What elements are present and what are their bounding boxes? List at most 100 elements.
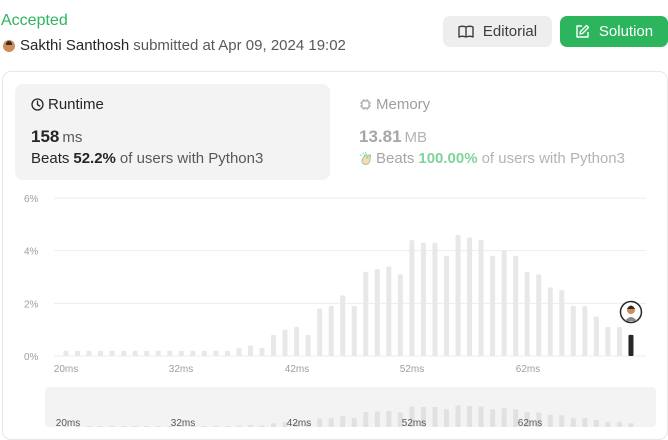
chart-bar[interactable]: [224, 350, 230, 356]
overview-bar: [109, 426, 115, 427]
chart-bar[interactable]: [467, 237, 473, 357]
chart-bar[interactable]: [98, 350, 104, 356]
chart-bar[interactable]: [455, 234, 461, 356]
y-tick-label: 6%: [24, 194, 39, 205]
chart-bar[interactable]: [478, 240, 484, 356]
overview-bar: [132, 426, 138, 427]
chart-bar[interactable]: [374, 269, 380, 356]
chart-bar[interactable]: [328, 305, 334, 356]
x-tick-label: 62ms: [516, 364, 540, 375]
overview-tick-label: 32ms: [171, 418, 195, 429]
chart-bar[interactable]: [513, 255, 519, 356]
overview-bar: [236, 425, 242, 427]
overview-bar: [224, 426, 230, 427]
chart-bar[interactable]: [547, 287, 553, 356]
overview-brush[interactable]: [45, 387, 656, 427]
chart-bar[interactable]: [271, 334, 277, 356]
overview-bar: [351, 418, 357, 427]
x-tick-label: 20ms: [54, 364, 78, 375]
x-tick-label: 52ms: [400, 364, 424, 375]
chart-bar[interactable]: [121, 350, 127, 356]
chart-bar[interactable]: [593, 316, 599, 357]
overview-tick-label: 62ms: [518, 418, 542, 429]
chart-bar[interactable]: [363, 271, 369, 356]
overview-bar: [467, 406, 473, 427]
chart-bar[interactable]: [305, 334, 311, 356]
chart-bar[interactable]: [351, 305, 357, 356]
overview-bar: [201, 426, 207, 427]
overview-bar: [155, 426, 161, 427]
chart-bar[interactable]: [201, 350, 207, 356]
overview-bar: [547, 414, 553, 427]
overview-bar: [628, 423, 634, 427]
chart-bar[interactable]: [132, 350, 138, 356]
chart-bar[interactable]: [501, 250, 507, 356]
chart-bar[interactable]: [409, 240, 415, 356]
chart-bar[interactable]: [317, 308, 323, 356]
x-tick-label: 32ms: [169, 364, 193, 375]
chart-bar[interactable]: [259, 348, 265, 356]
overview-bar: [386, 411, 392, 427]
overview-tick-label: 42ms: [287, 418, 311, 429]
chart-bar[interactable]: [282, 329, 288, 356]
chart-bar[interactable]: [386, 266, 392, 356]
overview-bar: [340, 416, 346, 427]
y-tick-label: 4%: [24, 247, 39, 258]
overview-bar: [144, 426, 150, 427]
overview-bar: [616, 421, 622, 427]
chart-bar[interactable]: [524, 271, 530, 356]
chart-bar[interactable]: [155, 350, 161, 356]
overview-bar: [328, 418, 334, 427]
chart-bar[interactable]: [247, 345, 253, 356]
chart-bar[interactable]: [167, 350, 173, 356]
chart-bar[interactable]: [559, 290, 565, 356]
chart-bar[interactable]: [236, 348, 242, 356]
chart-bar[interactable]: [570, 305, 576, 356]
y-tick-label: 0%: [24, 352, 39, 363]
chart-bar[interactable]: [213, 350, 219, 356]
runtime-distribution-chart[interactable]: 0% 2% 4% 6% 20ms 32ms 42ms 52ms 62ms 20ms 32ms 42ms…: [0, 0, 668, 440]
overview-bar: [213, 426, 219, 427]
overview-bar: [559, 415, 565, 427]
overview-bar: [363, 412, 369, 427]
overview-bar: [478, 406, 484, 427]
chart-bar[interactable]: [616, 327, 622, 356]
chart-bar[interactable]: [582, 305, 588, 356]
chart-bar[interactable]: [109, 350, 115, 356]
overview-bar: [247, 425, 253, 427]
overview-bar: [271, 423, 277, 427]
highlighted-bar[interactable]: [628, 334, 634, 356]
chart-bar[interactable]: [432, 242, 438, 356]
overview-bar: [455, 405, 461, 427]
y-tick-label: 2%: [24, 299, 39, 310]
overview-bar: [443, 409, 449, 427]
chart-bar[interactable]: [340, 295, 346, 356]
chart-bar[interactable]: [75, 350, 81, 356]
overview-bar: [121, 426, 127, 427]
chart-bar[interactable]: [420, 242, 426, 356]
overview-bar: [570, 418, 576, 427]
chart-bar[interactable]: [144, 350, 150, 356]
x-tick-label: 42ms: [285, 364, 309, 375]
overview-bar: [605, 421, 611, 427]
overview-bar: [259, 425, 265, 427]
chart-bar[interactable]: [443, 255, 449, 356]
chart-bar[interactable]: [63, 350, 69, 356]
overview-bar: [490, 409, 496, 427]
overview-bar: [582, 418, 588, 427]
chart-bar[interactable]: [294, 327, 300, 356]
chart-bar[interactable]: [178, 350, 184, 356]
overview-bar: [98, 426, 104, 427]
chart-bar[interactable]: [605, 327, 611, 356]
overview-bar: [86, 426, 92, 427]
chart-bar[interactable]: [536, 274, 542, 356]
chart-bar[interactable]: [397, 274, 403, 356]
overview-tick-label: 20ms: [56, 418, 80, 429]
chart-bar[interactable]: [86, 350, 92, 356]
overview-bar: [501, 408, 507, 427]
overview-tick-label: 52ms: [402, 418, 426, 429]
overview-bar: [317, 418, 323, 427]
chart-bar[interactable]: [490, 255, 496, 356]
overview-bar: [374, 411, 380, 427]
chart-bar[interactable]: [190, 350, 196, 356]
